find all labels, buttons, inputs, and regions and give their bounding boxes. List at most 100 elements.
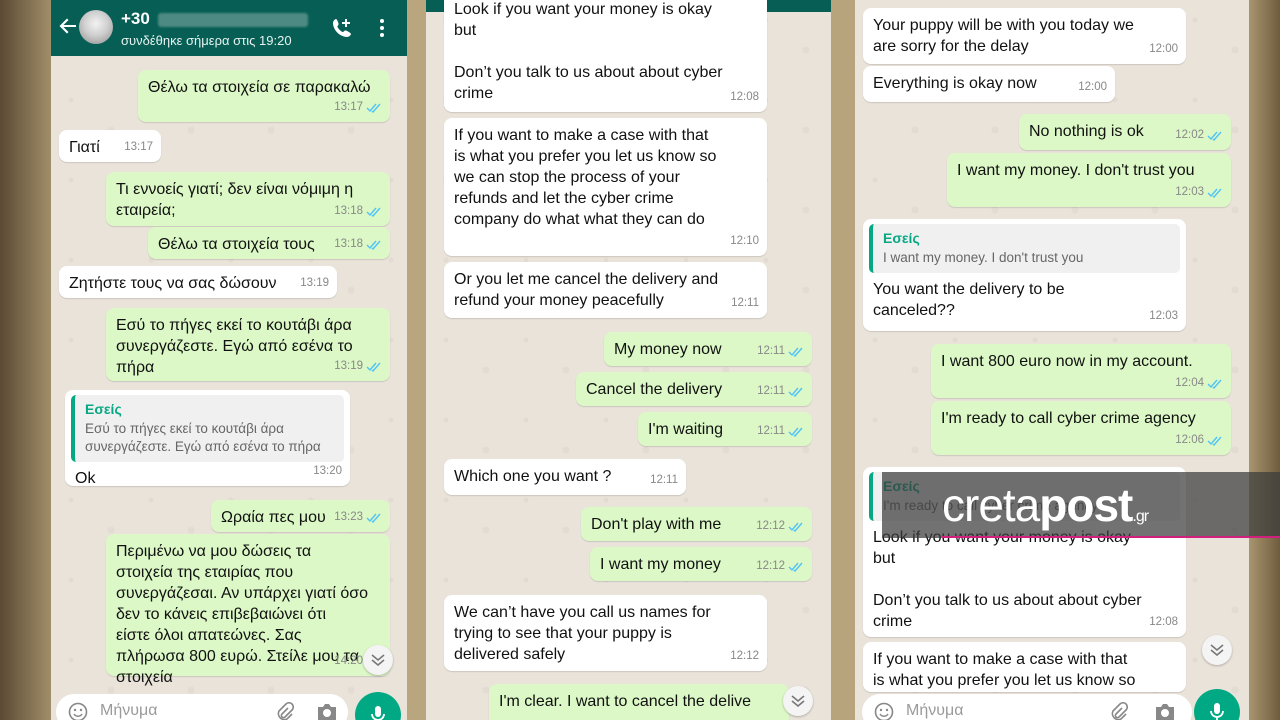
contact-name[interactable]: +30 bbox=[121, 9, 308, 29]
message-meta: 12:11 bbox=[757, 381, 804, 402]
message-time: 13:23 bbox=[334, 511, 363, 523]
message-meta: 12:12 bbox=[730, 646, 759, 667]
outgoing-message[interactable]: Θέλω τα στοιχεία σε παρακαλώ 13:17 bbox=[138, 70, 390, 122]
voice-record-button[interactable] bbox=[355, 692, 401, 720]
redacted-number bbox=[157, 12, 308, 27]
message-meta: 12:04 bbox=[1175, 373, 1223, 394]
outgoing-message[interactable]: Περιμένω να μου δώσεις τα στοιχεία της ε… bbox=[106, 534, 390, 686]
message-text: I'm clear. I want to cancel the delive bbox=[499, 693, 752, 710]
emoji-icon[interactable] bbox=[68, 702, 88, 720]
incoming-message[interactable]: Εσείς I want my money. I don't trust you Y… bbox=[863, 219, 1186, 331]
double-check-icon bbox=[788, 522, 803, 532]
message-text: We can’t have you call us names for tryi… bbox=[454, 604, 711, 663]
outgoing-message[interactable]: Ωραία πες μου 13:23 bbox=[211, 500, 390, 532]
message-meta: 12:03 bbox=[1175, 182, 1223, 203]
message-text: Which one you want ? bbox=[454, 468, 612, 485]
message-meta: 12:11 bbox=[757, 341, 804, 362]
chat-screenshot-2: Look if you want your money is okay but … bbox=[426, 0, 831, 720]
incoming-message[interactable]: Εσείς Εσύ το πήγες εκεί το κουτάβι άρα συ… bbox=[65, 390, 350, 487]
message-text: I want 800 euro now in my account. bbox=[941, 353, 1193, 370]
outgoing-message[interactable]: I want my money. I don't trust you 12:03 bbox=[947, 153, 1231, 207]
chat-header: +30 συνδέθηκε σήμερα στις 19:20 bbox=[51, 0, 407, 56]
microphone-icon bbox=[1210, 703, 1224, 720]
camera-icon[interactable] bbox=[316, 702, 338, 720]
double-check-icon bbox=[788, 562, 803, 572]
message-meta: 13:23 bbox=[334, 507, 382, 528]
message-time: 12:11 bbox=[757, 345, 785, 357]
add-call-icon[interactable] bbox=[331, 17, 353, 39]
quoted-text: Εσύ το πήγες εκεί το κουτάβι άρα συνεργά… bbox=[85, 421, 321, 454]
emoji-icon[interactable] bbox=[874, 702, 894, 720]
quoted-author: Εσείς bbox=[85, 401, 122, 417]
chat-screenshot-1: +30 συνδέθηκε σήμερα στις 19:20 Θέλω τα … bbox=[51, 0, 407, 720]
incoming-message[interactable]: Everything is okay now 12:00 bbox=[863, 66, 1115, 102]
quoted-reply[interactable]: Εσείς Εσύ το πήγες εκεί το κουτάβι άρα συ… bbox=[71, 395, 344, 462]
outgoing-message[interactable]: I want my money 12:12 bbox=[590, 547, 812, 581]
message-time: 12:11 bbox=[757, 425, 785, 437]
message-meta: 12:00 bbox=[1149, 39, 1178, 60]
watermark-underline bbox=[942, 536, 1280, 538]
message-meta: 12:11 bbox=[757, 421, 804, 442]
message-time: 12:03 bbox=[1175, 186, 1204, 198]
message-time: 12:11 bbox=[650, 474, 678, 486]
message-input[interactable]: Μήνυμα bbox=[862, 694, 1192, 720]
more-options-icon[interactable] bbox=[377, 17, 387, 39]
incoming-message[interactable]: If you want to make a case with that is … bbox=[444, 118, 767, 256]
incoming-message[interactable]: Your puppy will be with you today we are… bbox=[863, 8, 1186, 64]
scroll-down-button[interactable] bbox=[363, 645, 393, 675]
outgoing-message[interactable]: I want 800 euro now in my account. 12:04 bbox=[931, 344, 1231, 398]
message-meta: 13:18 bbox=[334, 201, 382, 222]
chat-screenshot-3: Your puppy will be with you today we are… bbox=[855, 0, 1249, 720]
quoted-reply[interactable]: Εσείς I want my money. I don't trust you bbox=[869, 224, 1180, 273]
incoming-message[interactable]: If you want to make a case with that is … bbox=[863, 642, 1186, 692]
voice-record-button[interactable] bbox=[1194, 689, 1240, 720]
outgoing-message[interactable]: Θέλω τα στοιχεία τους 13:18 bbox=[148, 227, 390, 259]
incoming-message[interactable]: Ζητήστε τους να σας δώσουν 13:19 bbox=[59, 266, 337, 298]
message-text: Your puppy will be with you today we are… bbox=[873, 17, 1134, 55]
attach-icon[interactable] bbox=[1108, 702, 1128, 720]
attach-icon[interactable] bbox=[274, 702, 294, 720]
outgoing-message[interactable]: My money now 12:11 bbox=[604, 332, 812, 366]
scroll-down-button[interactable] bbox=[783, 686, 813, 716]
incoming-message[interactable]: Which one you want ? 12:11 bbox=[444, 459, 686, 495]
message-time: 12:03 bbox=[1149, 310, 1178, 322]
incoming-message[interactable]: We can’t have you call us names for tryi… bbox=[444, 595, 767, 671]
outgoing-message[interactable]: I'm ready to call cyber crime agency 12:0… bbox=[931, 401, 1231, 455]
camera-icon[interactable] bbox=[1154, 702, 1176, 720]
message-text: Look if you want your money is okay but … bbox=[454, 1, 723, 102]
message-time: 13:18 bbox=[334, 205, 363, 217]
message-time: 12:11 bbox=[757, 385, 785, 397]
double-check-icon bbox=[366, 207, 381, 217]
double-check-icon bbox=[366, 103, 381, 113]
avatar[interactable] bbox=[79, 10, 113, 44]
message-input[interactable]: Μήνυμα bbox=[56, 694, 348, 720]
message-meta: 13:18 bbox=[334, 234, 382, 255]
incoming-message[interactable]: Look if you want your money is okay but … bbox=[444, 0, 767, 112]
message-time: 12:00 bbox=[1078, 81, 1107, 93]
double-check-icon bbox=[1207, 188, 1222, 198]
message-time: 12:11 bbox=[731, 297, 759, 309]
double-check-icon bbox=[788, 427, 803, 437]
double-check-icon bbox=[366, 362, 381, 372]
outgoing-message[interactable]: Εσύ το πήγες εκεί το κουτάβι άρα συνεργά… bbox=[106, 308, 390, 381]
outgoing-message[interactable]: No nothing is ok 12:02 bbox=[1019, 114, 1231, 150]
input-placeholder: Μήνυμα bbox=[906, 702, 964, 719]
outgoing-message[interactable]: I'm waiting 12:11 bbox=[638, 412, 812, 446]
double-chevron-down-icon bbox=[1210, 644, 1224, 656]
message-text: You want the delivery to be canceled?? bbox=[873, 281, 1065, 319]
message-text: Or you let me cancel the delivery and re… bbox=[454, 271, 719, 309]
watermark-logo: cretapost.gr bbox=[942, 479, 1149, 531]
back-arrow-icon[interactable] bbox=[59, 17, 77, 35]
message-time: 13:17 bbox=[334, 101, 363, 113]
input-placeholder: Μήνυμα bbox=[100, 702, 158, 719]
outgoing-message[interactable]: I'm clear. I want to cancel the delive bbox=[489, 684, 789, 720]
incoming-message[interactable]: Or you let me cancel the delivery and re… bbox=[444, 262, 767, 318]
double-chevron-down-icon bbox=[371, 654, 385, 666]
outgoing-message[interactable]: Cancel the delivery 12:11 bbox=[576, 372, 812, 406]
message-meta: 12:02 bbox=[1175, 125, 1223, 146]
outgoing-message[interactable]: Don't play with me 12:12 bbox=[581, 507, 812, 541]
outgoing-message[interactable]: Τι εννοείς γιατί; δεν είναι νόμιμη η ετα… bbox=[106, 172, 390, 226]
scroll-down-button[interactable] bbox=[1202, 635, 1232, 665]
incoming-message[interactable]: Γιατί 13:17 bbox=[59, 130, 161, 162]
message-text: I want my money. I don't trust you bbox=[957, 162, 1195, 179]
